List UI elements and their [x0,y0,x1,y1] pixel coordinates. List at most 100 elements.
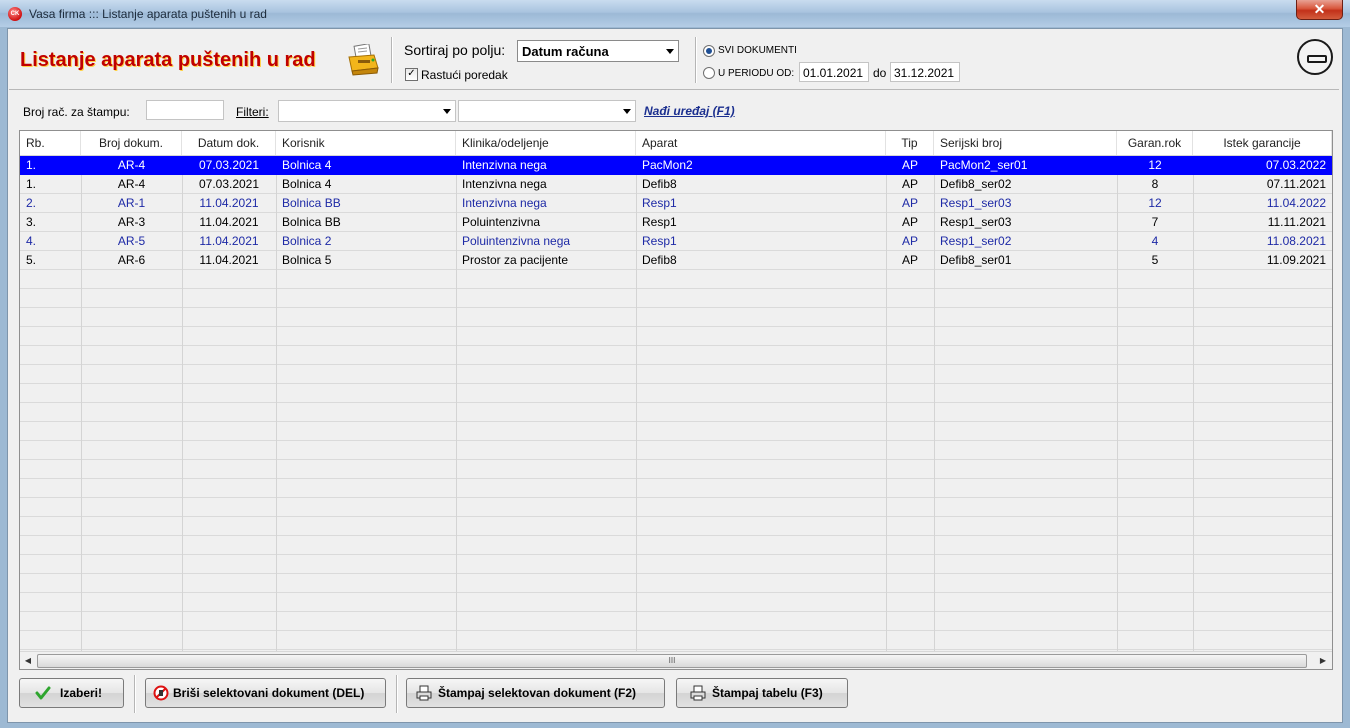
column-header-type[interactable]: Tip [886,131,934,155]
column-header-document-number[interactable]: Broj dokum. [81,131,182,155]
table-cell-istek: 07.03.2022 [1265,158,1326,172]
table-cell-rok: 12 [1148,158,1162,172]
table-cell-istek: 11.04.2022 [1266,196,1326,210]
table-cell-rok: 5 [1151,253,1159,267]
table-row[interactable]: 5. AR-6 11.04.2021 Bolnica 5 Prostor za paci… [20,251,1332,270]
table-cell-korisnik: Bolnica 4 [282,158,332,172]
filters-label: Filteri: [236,105,269,119]
table-cell-rok: 12 [1148,196,1162,210]
printer-icon [348,44,379,76]
table-cell-serijski: Defib8_ser02 [940,177,1012,191]
column-header-user[interactable]: Korisnik [276,131,456,155]
ascending-checkbox[interactable]: ✓ [405,68,418,81]
sort-field-select[interactable]: Datum računa [517,40,679,62]
table-cell-aparat: Resp1 [642,234,677,248]
table-cell-klinika: Poluintenzivna nega [462,234,571,248]
header-separator [391,37,393,83]
table-cell-broj: AR-4 [117,158,146,172]
chevron-down-icon [666,49,674,54]
table-cell-broj: AR-6 [117,253,146,267]
table-row[interactable]: 4. AR-5 11.04.2021 Bolnica 2 Poluintenzivna … [20,232,1332,251]
table-cell-rok: 7 [1151,215,1159,229]
column-header-document-date[interactable]: Datum dok. [182,131,276,155]
print-number-label: Broj rač. za štampu: [23,105,130,119]
table-cell-rok: 8 [1151,177,1159,191]
column-header-warranty-term[interactable]: Garan.rok [1117,131,1193,155]
table-cell-tip: AP [901,196,918,210]
close-window-button[interactable]: ✕ [1296,0,1343,20]
date-to-label: do [873,66,887,80]
print-document-button[interactable]: Štampaj selektovan dokument (F2) [406,678,665,708]
scroll-thumb[interactable]: III [37,654,1307,668]
radio-period-label: U PERIODU OD: [718,68,795,79]
table-row[interactable]: 1. AR-4 07.03.2021 Bolnica 4 Intenzivna nega… [20,156,1332,175]
print-table-button[interactable]: Štampaj tabelu (F3) [676,678,848,708]
table-cell-istek: 11.09.2021 [1266,253,1326,267]
title-bar: CK Vasa firma ::: Listanje aparata pušte… [0,0,1350,27]
radio-all-label: SVI DOKUMENTI [718,45,797,56]
table-cell-istek: 11.08.2021 [1266,234,1326,248]
radio-period[interactable] [703,67,715,79]
checkmark-icon [35,686,51,700]
column-header-serial[interactable]: Serijski broj [934,131,1117,155]
printer-icon [416,685,432,701]
table-cell-datum: 07.03.2021 [198,177,260,191]
table-row[interactable]: 1. AR-4 07.03.2021 Bolnica 4 Intenzivna nega… [20,175,1332,194]
column-header-clinic[interactable]: Klinika/odeljenje [456,131,636,155]
find-device-link[interactable]: Nađi uređaj (F1) [644,104,735,118]
table-cell-tip: AP [901,215,918,229]
table-row[interactable]: 2. AR-1 11.04.2021 Bolnica BB Intenzivna neg… [20,194,1332,213]
select-button[interactable]: Izaberi! [19,678,124,708]
printer-icon [690,685,706,701]
date-to-field[interactable]: 31.12.2021 [890,62,960,82]
column-header-device[interactable]: Aparat [636,131,886,155]
table-cell-tip: AP [901,177,918,191]
table-cell-rb: 3. [26,215,37,229]
table-cell-aparat: Resp1 [642,215,677,229]
table-cell-serijski: Resp1_ser02 [940,234,1012,248]
table-cell-serijski: Defib8_ser01 [940,253,1012,267]
table-cell-broj: AR-5 [117,234,146,248]
table-header: Rb. Broj dokum. Datum dok. Korisnik Klin… [20,131,1332,156]
date-from-field[interactable]: 01.01.2021 [799,62,869,82]
print-number-input[interactable] [146,100,224,120]
button-separator [396,675,398,713]
table-cell-korisnik: Bolnica BB [282,196,341,210]
table-cell-broj: AR-1 [117,196,146,210]
filter-select-2[interactable] [458,100,636,122]
ascending-label: Rastući poredak [421,68,508,82]
table-cell-broj: AR-4 [117,177,146,191]
column-header-rb[interactable]: Rb. [20,131,81,155]
table-cell-korisnik: Bolnica 5 [282,253,332,267]
table-cell-rb: 1. [26,158,37,172]
client-area: Listanje aparata puštenih u rad Sortiraj… [7,28,1343,723]
delete-icon [153,685,169,701]
scroll-right-icon[interactable]: ▶ [1317,654,1329,667]
table-cell-rb: 5. [26,253,37,267]
print-document-label: Štampaj selektovan dokument (F2) [438,686,637,700]
minus-icon [1307,55,1327,63]
table-cell-datum: 07.03.2021 [198,158,260,172]
horizontal-scrollbar[interactable]: ◀ III ▶ [20,651,1332,669]
table-cell-aparat: PacMon2 [642,158,693,172]
table-cell-klinika: Intenzivna nega [462,158,547,172]
radio-all-documents[interactable] [703,45,715,57]
table-cell-serijski: Resp1_ser03 [940,196,1012,210]
select-button-label: Izaberi! [60,686,103,700]
delete-document-label: Briši selektovani dokument (DEL) [173,686,365,700]
table-cell-korisnik: Bolnica 4 [282,177,332,191]
page-title: Listanje aparata puštenih u rad [20,49,316,71]
table-row[interactable]: 3. AR-3 11.04.2021 Bolnica BB Poluintenzivna… [20,213,1332,232]
minimize-panel-button[interactable] [1297,39,1333,75]
table-cell-korisnik: Bolnica BB [282,215,341,229]
table-cell-klinika: Prostor za pacijente [462,253,569,267]
column-header-warranty-expiry[interactable]: Istek garancije [1193,131,1332,155]
table-cell-serijski: Resp1_ser03 [940,215,1012,229]
table-cell-aparat: Defib8 [642,253,677,267]
delete-document-button[interactable]: Briši selektovani dokument (DEL) [145,678,386,708]
filter-select-1[interactable] [278,100,456,122]
table-cell-rb: 2. [26,196,37,210]
app-icon: CK [8,7,22,21]
scroll-left-icon[interactable]: ◀ [22,654,34,667]
table-cell-tip: AP [901,253,918,267]
